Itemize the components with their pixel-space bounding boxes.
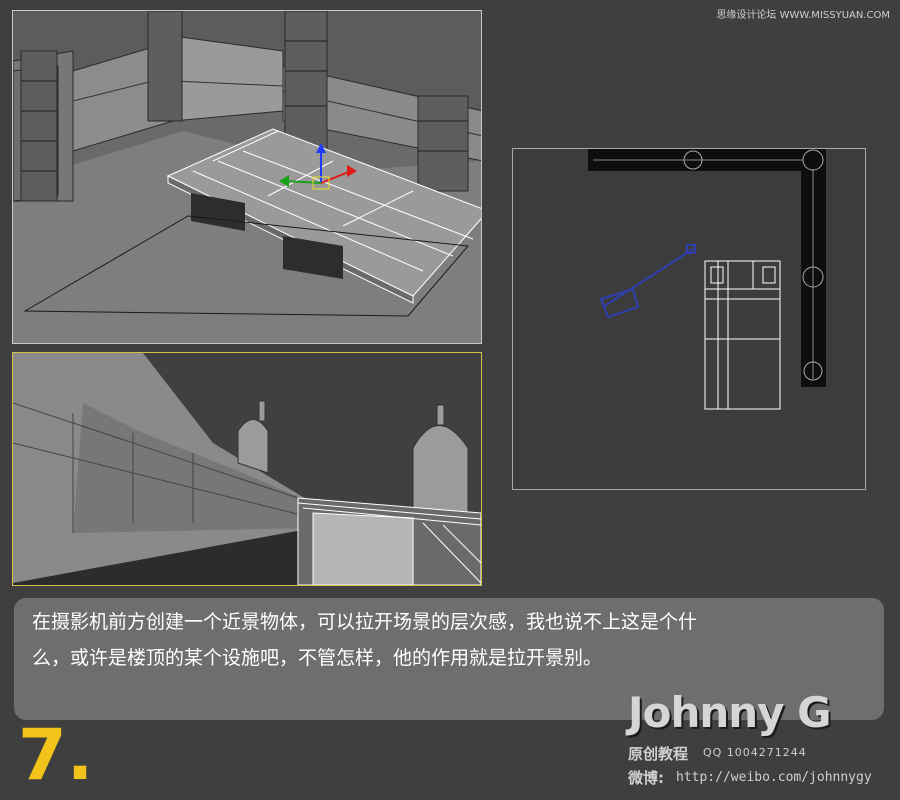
- weibo-url: http://weibo.com/johnnygy: [676, 770, 872, 785]
- original-tutorial-label: 原创教程: [628, 743, 688, 764]
- top-render: [513, 149, 865, 489]
- perspective-viewport[interactable]: [12, 10, 482, 344]
- weibo-label: 微博:: [628, 767, 664, 788]
- top-viewport[interactable]: [512, 148, 866, 490]
- site-watermark: 思缘设计论坛 WWW.MISSYUAN.COM: [716, 6, 890, 21]
- camera-viewport[interactable]: [12, 352, 482, 586]
- description-line-1: 在摄影机前方创建一个近景物体，可以拉开场景的层次感，我也说不上这是个什: [32, 604, 866, 640]
- qq-number: QQ 1004271244: [703, 746, 807, 759]
- step-number: 7.: [18, 720, 93, 790]
- brand-logo: Johnny G: [628, 688, 831, 737]
- camera-render: [13, 353, 481, 585]
- perspective-render: [13, 11, 481, 343]
- description-line-2: 么，或许是楼顶的某个设施吧，不管怎样，他的作用就是拉开景别。: [32, 640, 866, 676]
